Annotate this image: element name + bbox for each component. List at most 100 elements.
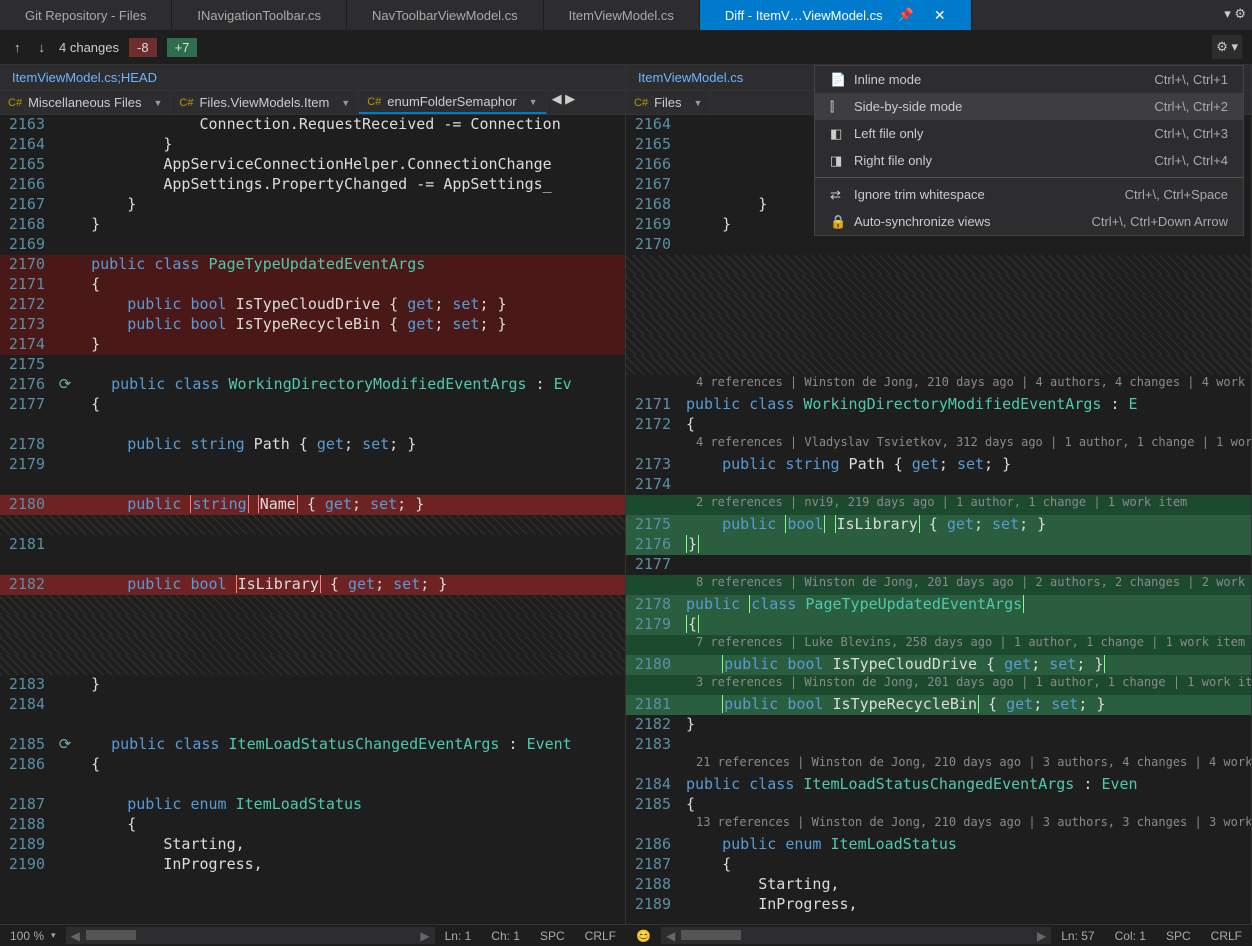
code-line[interactable]: 2172 public bool IsTypeCloudDrive { get;…	[0, 295, 625, 315]
code-line[interactable]: 2181	[0, 535, 625, 555]
codelens[interactable]: 2 references | nvi9, 219 days ago | 1 au…	[686, 495, 1251, 509]
close-icon[interactable]: ✕	[934, 7, 946, 24]
tab[interactable]: NavToolbarViewModel.cs	[347, 0, 544, 30]
menu-item[interactable]: 🔒Auto-synchronize viewsCtrl+\, Ctrl+Down…	[815, 208, 1243, 235]
menu-item[interactable]: ⫿Side-by-side modeCtrl+\, Ctrl+2	[815, 93, 1243, 120]
code-line[interactable]: 8 references | Winston de Jong, 201 days…	[626, 575, 1251, 595]
code-line[interactable]: 2174 }	[0, 335, 625, 355]
code-line[interactable]: 2189 Starting,	[0, 835, 625, 855]
line-ending[interactable]: CRLF	[575, 927, 626, 944]
code-line[interactable]: 2181 public bool IsTypeRecycleBin { get;…	[626, 695, 1251, 715]
code-line[interactable]	[0, 635, 625, 655]
menu-item[interactable]: ◧Left file onlyCtrl+\, Ctrl+3	[815, 120, 1243, 147]
code-line[interactable]	[0, 555, 625, 575]
code-line[interactable]	[0, 515, 625, 535]
code-line[interactable]: 2180 public string Name { get; set; }	[0, 495, 625, 515]
code-line[interactable]: 2180 public bool IsTypeCloudDrive { get;…	[626, 655, 1251, 675]
menu-item[interactable]: ◨Right file onlyCtrl+\, Ctrl+4	[815, 147, 1243, 174]
code-line[interactable]: 2169	[0, 235, 625, 255]
char-number[interactable]: Ch: 1	[481, 927, 530, 944]
prev-change-button[interactable]: ↑	[10, 36, 25, 59]
code-line[interactable]	[626, 335, 1251, 355]
codelens[interactable]: 13 references | Winston de Jong, 210 day…	[686, 815, 1251, 829]
code-line[interactable]	[0, 715, 625, 735]
line-number-r[interactable]: Ln: 57	[1051, 927, 1104, 944]
code-line[interactable]: 2167 }	[0, 195, 625, 215]
code-line[interactable]: 7 references | Luke Blevins, 258 days ag…	[626, 635, 1251, 655]
code-line[interactable]: 2175	[0, 355, 625, 375]
code-line[interactable]: 2166 AppSettings.PropertyChanged -= AppS…	[0, 175, 625, 195]
code-line[interactable]: 2186 {	[0, 755, 625, 775]
code-line[interactable]: 2170	[626, 235, 1251, 255]
line-number[interactable]: Ln: 1	[435, 927, 482, 944]
code-line[interactable]: 2179{	[626, 615, 1251, 635]
code-line[interactable]	[626, 315, 1251, 335]
code-line[interactable]: 2183 }	[0, 675, 625, 695]
code-line[interactable]: 2187 public enum ItemLoadStatus	[0, 795, 625, 815]
code-line[interactable]	[626, 355, 1251, 375]
code-line[interactable]: 2176⟳ public class WorkingDirectoryModif…	[0, 375, 625, 395]
code-line[interactable]	[0, 615, 625, 635]
pin-icon[interactable]: 📌	[898, 7, 914, 23]
code-line[interactable]: 2 references | nvi9, 219 days ago | 1 au…	[626, 495, 1251, 515]
code-line[interactable]: 2168 }	[0, 215, 625, 235]
code-line[interactable]: 2165 AppServiceConnectionHelper.Connecti…	[0, 155, 625, 175]
nav-arrows[interactable]: ◀ ▶	[547, 91, 581, 114]
codelens[interactable]: 21 references | Winston de Jong, 210 day…	[686, 755, 1251, 769]
code-line[interactable]: 2175 public bool IsLibrary { get; set; }	[626, 515, 1251, 535]
codelens[interactable]: 4 references | Winston de Jong, 210 days…	[686, 375, 1251, 389]
code-line[interactable]: 2190 InProgress,	[0, 855, 625, 875]
codelens[interactable]: 4 references | Vladyslav Tsvietkov, 312 …	[686, 435, 1251, 449]
code-line[interactable]: 2163 Connection.RequestReceived -= Conne…	[0, 115, 625, 135]
code-line[interactable]	[626, 275, 1251, 295]
code-line[interactable]: 2185{	[626, 795, 1251, 815]
right-code[interactable]: 21642165216621672168 }2169 }21704 refere…	[626, 115, 1251, 924]
sync-arrow-icon[interactable]: ⟳	[55, 735, 75, 753]
code-line[interactable]: 2179	[0, 455, 625, 475]
code-line[interactable]: 2173 public string Path { get; set; }	[626, 455, 1251, 475]
code-line[interactable]: 2171 {	[0, 275, 625, 295]
codelens[interactable]: 8 references | Winston de Jong, 201 days…	[686, 575, 1251, 589]
tab[interactable]: Diff - ItemV…ViewModel.cs📌✕	[700, 0, 972, 30]
code-line[interactable]: 2184	[0, 695, 625, 715]
code-line[interactable]: 2178 public string Path { get; set; }	[0, 435, 625, 455]
code-line[interactable]: 2187 {	[626, 855, 1251, 875]
left-code[interactable]: 2163 Connection.RequestReceived -= Conne…	[0, 115, 625, 924]
code-line[interactable]: 2184public class ItemLoadStatusChangedEv…	[626, 775, 1251, 795]
code-line[interactable]: 4 references | Vladyslav Tsvietkov, 312 …	[626, 435, 1251, 455]
code-line[interactable]: 2185⟳ public class ItemLoadStatusChanged…	[0, 735, 625, 755]
code-line[interactable]: 2173 public bool IsTypeRecycleBin { get;…	[0, 315, 625, 335]
codelens[interactable]: 3 references | Winston de Jong, 201 days…	[686, 675, 1251, 689]
gear-icon[interactable]: ⚙ ▾	[1212, 35, 1242, 59]
code-line[interactable]: 2182}	[626, 715, 1251, 735]
diff-view-menu[interactable]: 📄Inline modeCtrl+\, Ctrl+1⫿Side-by-side …	[814, 65, 1244, 236]
code-line[interactable]: 2183	[626, 735, 1251, 755]
code-line[interactable]	[0, 595, 625, 615]
indent-mode-r[interactable]: SPC	[1156, 927, 1201, 944]
line-ending-r[interactable]: CRLF	[1201, 927, 1252, 944]
tab[interactable]: ItemViewModel.cs	[544, 0, 700, 30]
code-line[interactable]: 2188 Starting,	[626, 875, 1251, 895]
code-line[interactable]: 2188 {	[0, 815, 625, 835]
code-line[interactable]	[626, 295, 1251, 315]
feedback-icon[interactable]: 😊	[626, 927, 661, 944]
code-line[interactable]: 2174	[626, 475, 1251, 495]
indent-mode[interactable]: SPC	[530, 927, 575, 944]
menu-item[interactable]: ⇄Ignore trim whitespaceCtrl+\, Ctrl+Spac…	[815, 181, 1243, 208]
code-line[interactable]: 2186 public enum ItemLoadStatus	[626, 835, 1251, 855]
code-line[interactable]: 2176}	[626, 535, 1251, 555]
code-line[interactable]: 2171public class WorkingDirectoryModifie…	[626, 395, 1251, 415]
next-change-button[interactable]: ↓	[35, 36, 50, 59]
codelens[interactable]: 7 references | Luke Blevins, 258 days ag…	[686, 635, 1251, 649]
code-line[interactable]: 13 references | Winston de Jong, 210 day…	[626, 815, 1251, 835]
code-line[interactable]	[0, 415, 625, 435]
code-line[interactable]: 2177	[626, 555, 1251, 575]
breadcrumb-dropdown[interactable]: C#enumFolderSemaphor▼	[359, 91, 546, 114]
code-line[interactable]	[0, 775, 625, 795]
code-line[interactable]: 2170 public class PageTypeUpdatedEventAr…	[0, 255, 625, 275]
sync-arrow-icon[interactable]: ⟳	[55, 375, 75, 393]
code-line[interactable]	[0, 475, 625, 495]
tab[interactable]: Git Repository - Files	[0, 0, 172, 30]
code-line[interactable]: 2182 public bool IsLibrary { get; set; }	[0, 575, 625, 595]
code-line[interactable]	[626, 255, 1251, 275]
